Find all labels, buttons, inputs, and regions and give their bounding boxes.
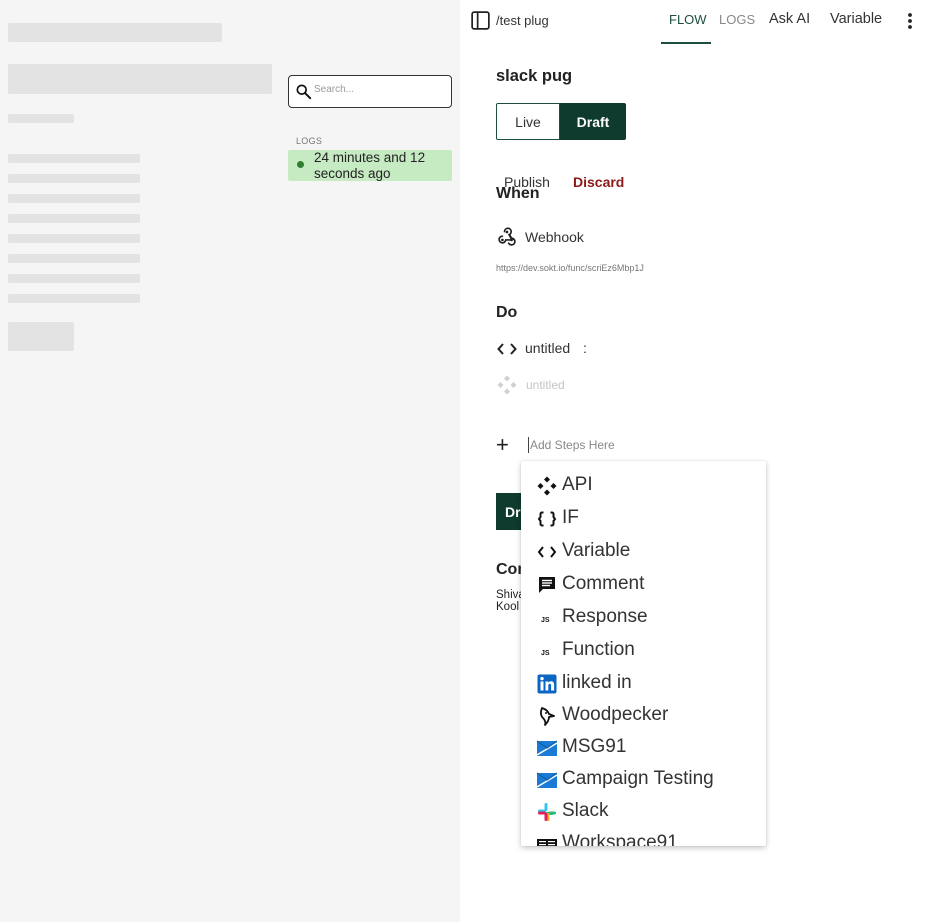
skeleton-block	[8, 322, 74, 351]
logs-heading: LOGS	[296, 136, 323, 146]
skeleton-bar	[8, 64, 272, 94]
sidebar-toggle-icon[interactable]	[471, 11, 490, 30]
dropdown-item-label: Woodpecker	[562, 704, 669, 725]
tab-flow[interactable]: FLOW	[669, 12, 707, 27]
dropdown-item-workspace91[interactable]: Workspace91	[521, 827, 766, 846]
dropdown-item-label: API	[562, 474, 593, 495]
comment-icon	[539, 577, 555, 593]
linkedin-icon	[537, 674, 557, 694]
skeleton-bar	[8, 23, 222, 42]
dropdown-item-response[interactable]: JS Response	[521, 601, 766, 633]
dropdown-item-if[interactable]: IF	[521, 502, 766, 534]
js-icon: JS	[541, 617, 550, 624]
slack-icon	[538, 803, 556, 821]
dropdown-item-label: Comment	[562, 573, 645, 594]
more-vert-icon[interactable]	[904, 12, 916, 30]
skeleton-bar	[8, 294, 140, 303]
do-section-title: Do	[496, 304, 518, 321]
dropdown-item-msg91[interactable]: MSG91	[521, 731, 766, 763]
msg91-icon	[537, 740, 557, 756]
step-label: untitled	[525, 340, 571, 356]
dropdown-item-label: Campaign Testing	[562, 768, 714, 789]
tab-logs[interactable]: LOGS	[719, 12, 755, 27]
svg-text:JS: JS	[541, 650, 550, 657]
search-input[interactable]	[314, 84, 444, 95]
dropdown-item-label: MSG91	[562, 736, 627, 757]
dropdown-item-campaign-testing[interactable]: Campaign Testing	[521, 763, 766, 795]
dropdown-item-label: Slack	[562, 800, 609, 821]
dropdown-item-api[interactable]: API	[521, 469, 766, 501]
status-dot	[297, 161, 304, 168]
flow-path-breadcrumb: /test plug	[496, 13, 549, 28]
ask-ai-button[interactable]: Ask AI	[769, 11, 810, 27]
code-brackets-icon	[497, 343, 517, 355]
draft-toggle-button[interactable]: Draft	[560, 103, 626, 140]
skeleton-bar	[8, 114, 74, 123]
dropdown-item-label: linked in	[562, 672, 632, 693]
step-suffix: :	[583, 340, 587, 356]
skeleton-bar	[8, 154, 140, 163]
dropdown-item-label: Workspace91	[562, 832, 678, 846]
live-toggle-button[interactable]: Live	[496, 103, 560, 140]
search-field[interactable]	[288, 75, 452, 108]
code-brackets-icon	[537, 546, 557, 558]
skeleton-bar	[8, 234, 140, 243]
add-step-plus-icon[interactable]: +	[496, 434, 509, 456]
skeleton-bar	[8, 254, 140, 263]
add-step-dropdown: API IF Variable Comment JS Response JS F…	[521, 461, 766, 846]
dropdown-item-label: Function	[562, 639, 635, 660]
skeleton-bar	[8, 194, 140, 203]
msg91-icon	[537, 772, 557, 788]
dropdown-item-label: Variable	[562, 540, 631, 561]
webhook-label: Webhook	[525, 229, 584, 245]
curly-braces-icon	[537, 511, 557, 527]
dropdown-item-linkedin[interactable]: linked in	[521, 667, 766, 699]
workspace91-icon	[537, 839, 557, 846]
skeleton-bar	[8, 274, 140, 283]
skeleton-sidebar	[0, 0, 280, 922]
dropdown-item-function[interactable]: JS Function	[521, 634, 766, 666]
log-timestamp: 24 minutes and 12 seconds ago	[314, 150, 426, 181]
skeleton-bar	[8, 214, 140, 223]
step-label: untitled	[526, 378, 565, 392]
log-item[interactable]: 24 minutes and 12 seconds ago	[288, 150, 452, 181]
logs-panel: LOGS 24 minutes and 12 seconds ago	[280, 0, 460, 922]
dropdown-item-slack[interactable]: Slack	[521, 795, 766, 827]
js-icon: JS	[541, 650, 550, 657]
add-steps-input[interactable]	[528, 437, 738, 453]
variable-button[interactable]: Variable	[830, 11, 882, 27]
api-diamond-icon	[497, 375, 517, 395]
api-diamond-icon	[537, 476, 557, 496]
dropdown-item-woodpecker[interactable]: Woodpecker	[521, 699, 766, 731]
webhook-url[interactable]: https://dev.sokt.io/func/scriEz6Mbp1J	[496, 263, 644, 273]
dropdown-item-label: Response	[562, 606, 648, 627]
skeleton-bar	[8, 174, 140, 183]
webhook-icon	[498, 227, 516, 246]
discard-button[interactable]: Discard	[573, 174, 624, 190]
when-section-title: When	[496, 185, 540, 202]
search-icon	[296, 84, 312, 100]
dropdown-item-comment[interactable]: Comment	[521, 568, 766, 600]
flow-title: slack pug	[496, 67, 573, 85]
dropdown-item-variable[interactable]: Variable	[521, 535, 766, 567]
dropdown-item-label: IF	[562, 507, 579, 528]
svg-text:JS: JS	[541, 617, 550, 624]
woodpecker-icon	[540, 707, 555, 726]
active-tab-indicator	[661, 42, 711, 44]
